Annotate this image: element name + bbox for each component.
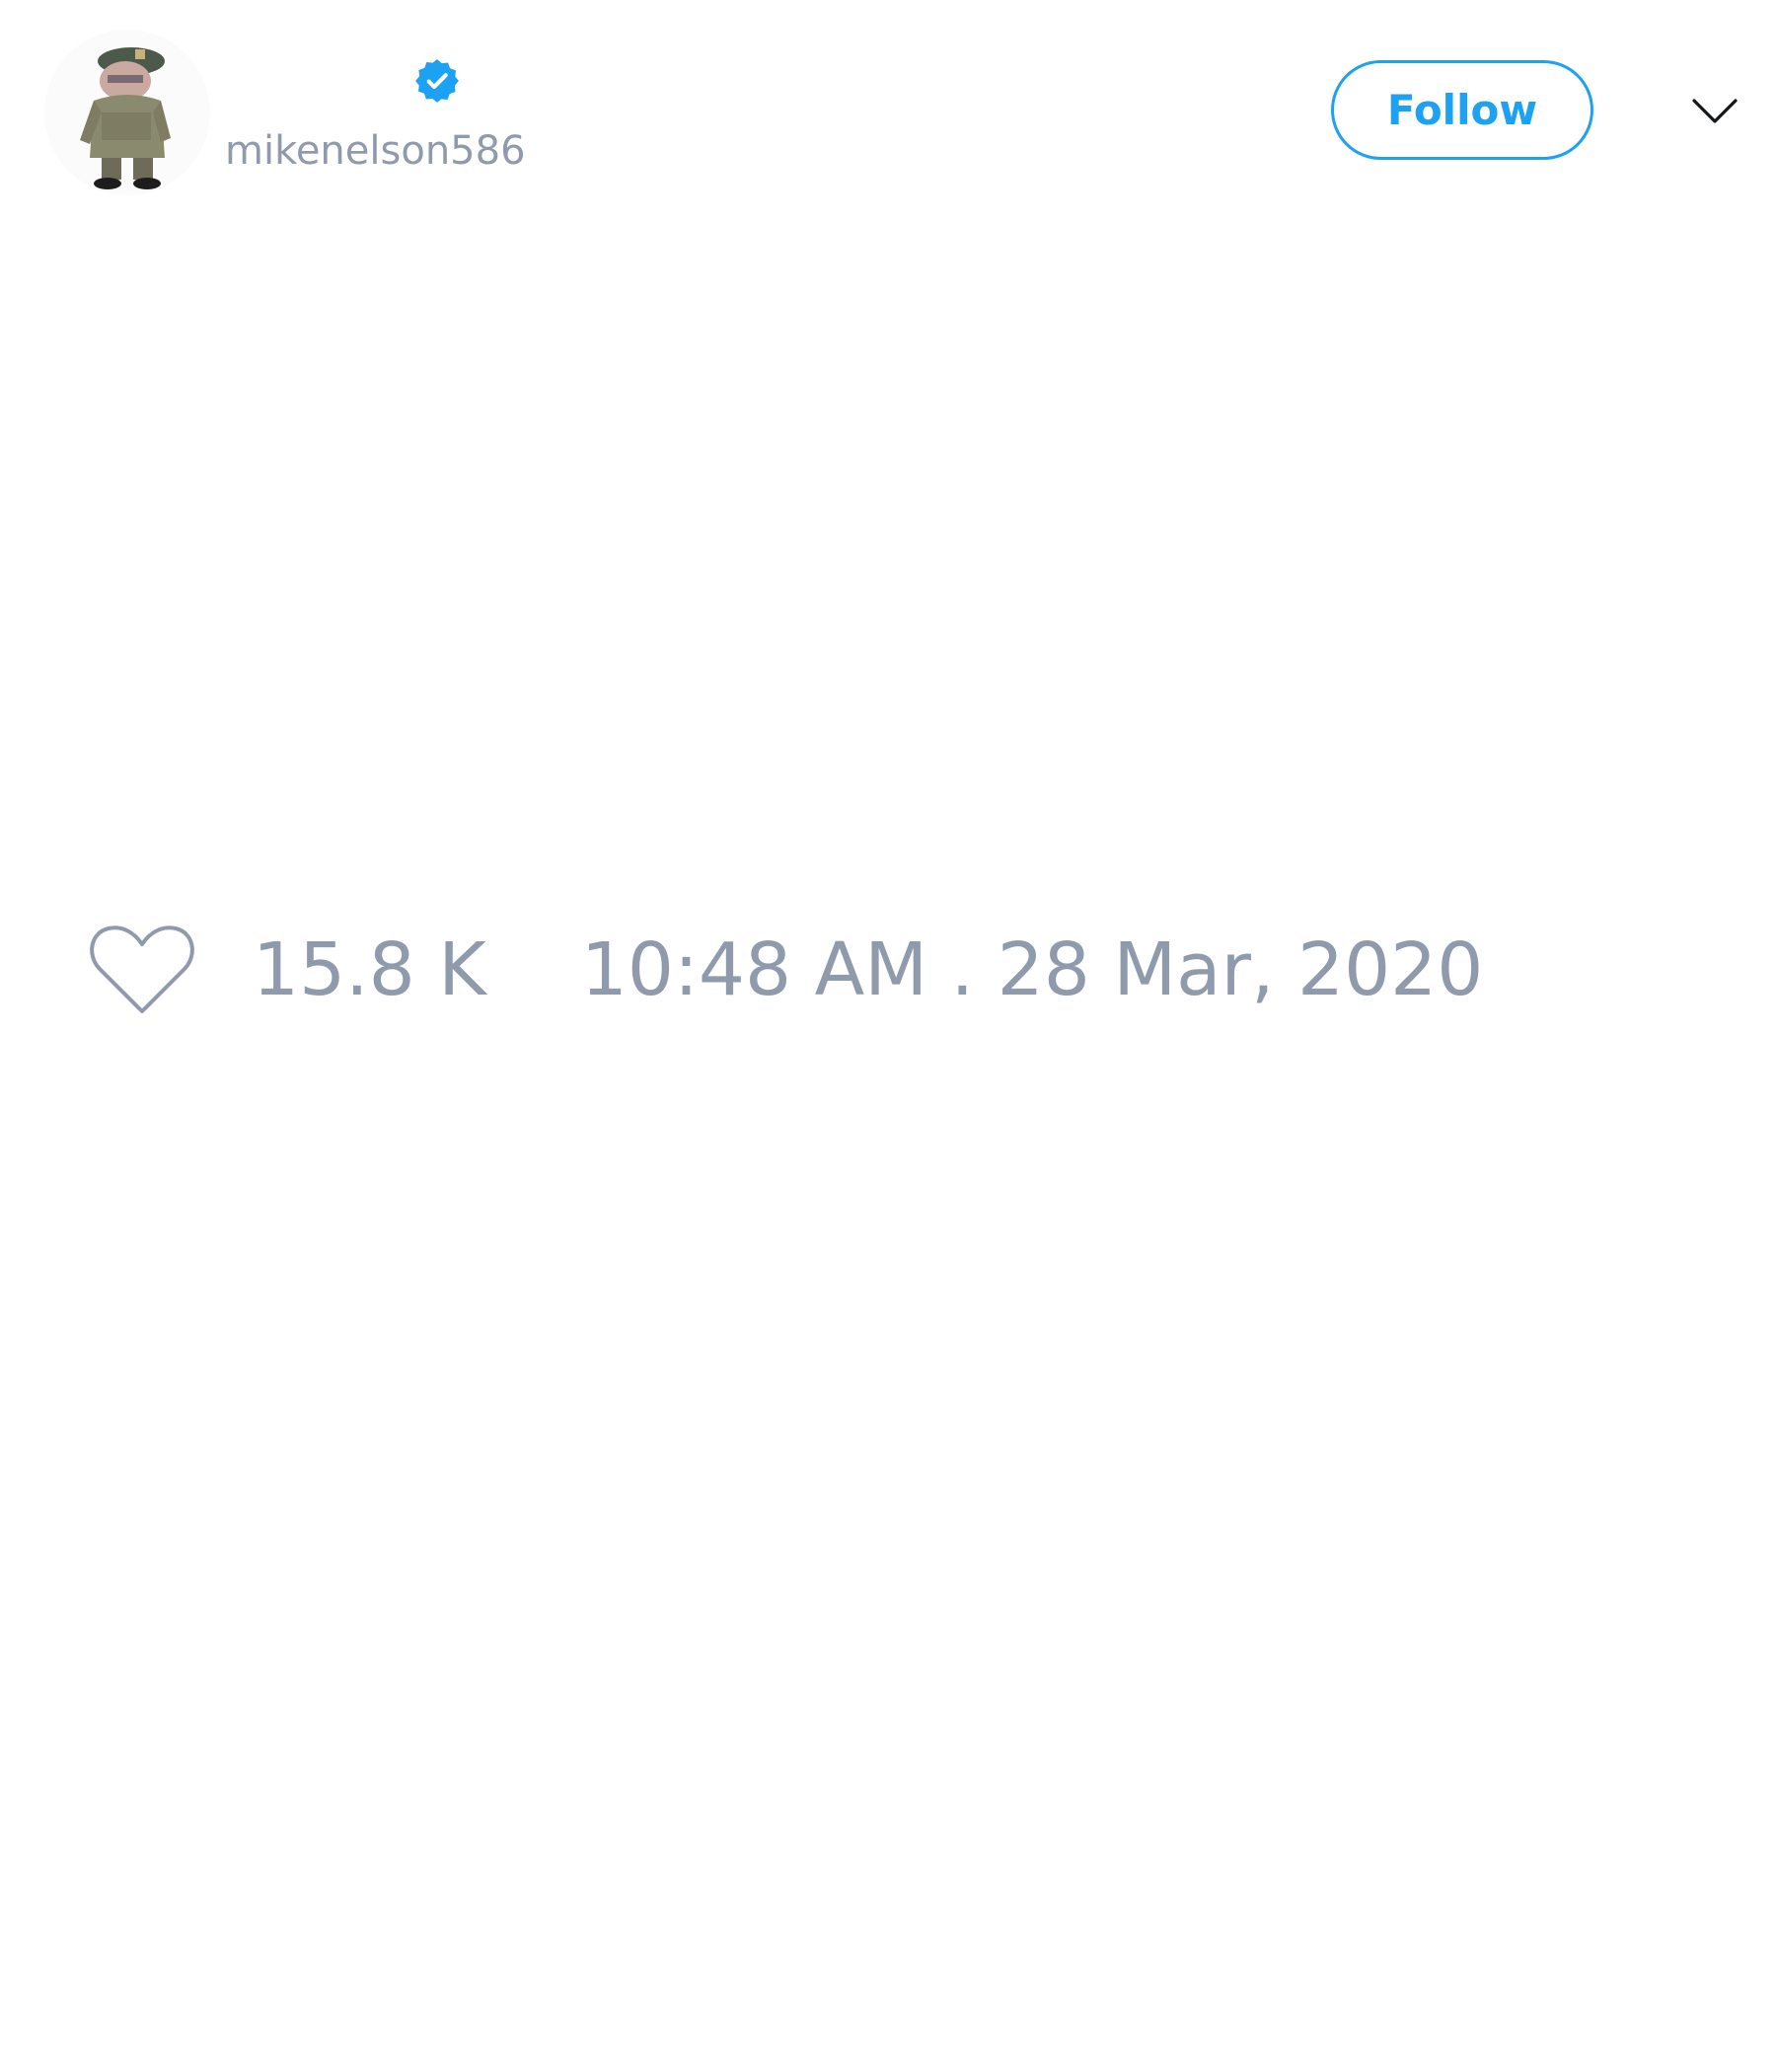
follow-button[interactable]: Follow	[1331, 60, 1593, 160]
tweet-timestamp[interactable]: 10:48 AM . 28 Mar, 2020	[581, 921, 1484, 1019]
avatar[interactable]	[44, 30, 210, 195]
verified-badge-icon	[415, 59, 459, 103]
heart-outline-icon[interactable]	[87, 921, 197, 1019]
user-handle[interactable]: mikenelson586	[225, 126, 526, 176]
tweet-text	[89, 237, 1667, 878]
like-count: 15.8 K	[253, 926, 486, 1012]
tweet-meta: 15.8 K 10:48 AM . 28 Mar, 2020	[87, 918, 1483, 1021]
display-name-row	[225, 51, 462, 111]
chevron-down-icon[interactable]	[1690, 87, 1739, 136]
